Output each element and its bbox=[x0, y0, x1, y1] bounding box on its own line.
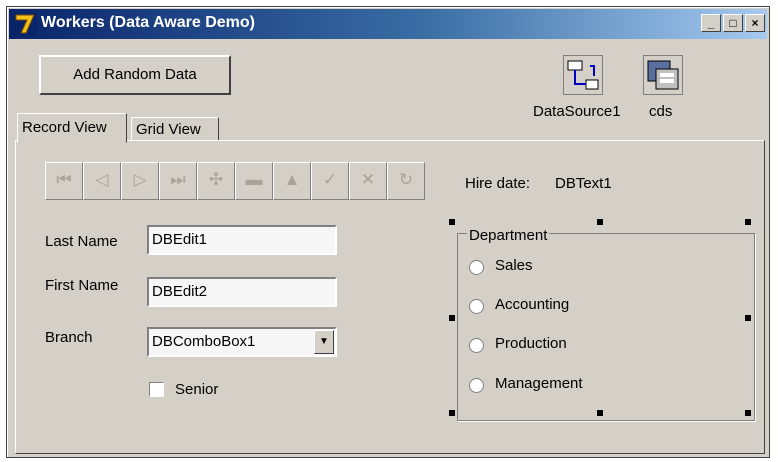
hire-date-value: DBText1 bbox=[555, 175, 612, 192]
nav-first-button[interactable]: ⏮ bbox=[45, 162, 83, 200]
hire-date-label: Hire date: bbox=[465, 175, 531, 192]
db-navigator: ⏮ ◁ ▷ ⏭ ✣ ▬ ▲ ✓ ✕ ↻ bbox=[45, 162, 425, 200]
radio-management-label: Management bbox=[495, 375, 583, 392]
nav-delete-button[interactable]: ▬ bbox=[235, 162, 273, 200]
close-button[interactable]: × bbox=[745, 14, 765, 32]
radio-sales[interactable] bbox=[469, 260, 484, 275]
datasource-icon bbox=[567, 60, 599, 90]
radio-management[interactable] bbox=[469, 378, 484, 393]
clientdataset-icon bbox=[647, 60, 679, 90]
radio-production[interactable] bbox=[469, 338, 484, 353]
nav-cancel-button[interactable]: ✕ bbox=[349, 162, 387, 200]
tab-grid-view-label: Grid View bbox=[136, 121, 201, 138]
nav-prior-button[interactable]: ◁ bbox=[83, 162, 121, 200]
tab-record-view-label: Record View bbox=[22, 119, 107, 136]
radio-accounting-label: Accounting bbox=[495, 296, 570, 313]
last-name-field[interactable]: DBEdit1 bbox=[147, 225, 337, 255]
selection-handle[interactable] bbox=[597, 410, 603, 416]
nav-refresh-button[interactable]: ↻ bbox=[387, 162, 425, 200]
window-title: Workers (Data Aware Demo) bbox=[41, 14, 255, 31]
nav-insert-button[interactable]: ✣ bbox=[197, 162, 235, 200]
radio-accounting[interactable] bbox=[469, 299, 484, 314]
tab-record-view[interactable]: Record View bbox=[17, 113, 127, 143]
branch-label: Branch bbox=[45, 329, 93, 346]
datasource-component[interactable] bbox=[563, 55, 603, 95]
maximize-button[interactable]: □ bbox=[723, 14, 743, 32]
selection-handle[interactable] bbox=[745, 410, 751, 416]
delphi-app-icon bbox=[13, 12, 37, 36]
tab-grid-view[interactable]: Grid View bbox=[131, 117, 219, 141]
clientdataset-label: cds bbox=[649, 103, 673, 120]
first-name-label: First Name bbox=[45, 277, 119, 294]
nav-post-button[interactable]: ✓ bbox=[311, 162, 349, 200]
main-window: Workers (Data Aware Demo) _ □ × Add Rand… bbox=[6, 6, 770, 458]
add-random-data-button[interactable]: Add Random Data bbox=[39, 55, 231, 95]
branch-combobox[interactable]: DBComboBox1 ▼ bbox=[147, 327, 337, 357]
minimize-button[interactable]: _ bbox=[701, 14, 721, 32]
clientdataset-component[interactable] bbox=[643, 55, 683, 95]
title-bar[interactable]: Workers (Data Aware Demo) _ □ × bbox=[9, 9, 767, 39]
selection-handle[interactable] bbox=[449, 219, 455, 225]
selection-handle[interactable] bbox=[449, 410, 455, 416]
selection-handle[interactable] bbox=[745, 315, 751, 321]
datasource-label: DataSource1 bbox=[533, 103, 621, 120]
add-random-data-label: Add Random Data bbox=[73, 66, 197, 83]
selection-handle[interactable] bbox=[449, 315, 455, 321]
nav-last-button[interactable]: ⏭ bbox=[159, 162, 197, 200]
first-name-field[interactable]: DBEdit2 bbox=[147, 277, 337, 307]
department-title: Department bbox=[467, 227, 550, 244]
senior-checkbox[interactable] bbox=[149, 382, 164, 397]
nav-next-button[interactable]: ▷ bbox=[121, 162, 159, 200]
last-name-label: Last Name bbox=[45, 233, 118, 250]
radio-production-label: Production bbox=[495, 335, 567, 352]
nav-edit-button[interactable]: ▲ bbox=[273, 162, 311, 200]
selection-handle[interactable] bbox=[597, 219, 603, 225]
chevron-down-icon[interactable]: ▼ bbox=[314, 330, 334, 354]
radio-sales-label: Sales bbox=[495, 257, 533, 274]
senior-label: Senior bbox=[175, 381, 219, 398]
selection-handle[interactable] bbox=[745, 219, 751, 225]
branch-combobox-value: DBComboBox1 bbox=[152, 333, 256, 350]
